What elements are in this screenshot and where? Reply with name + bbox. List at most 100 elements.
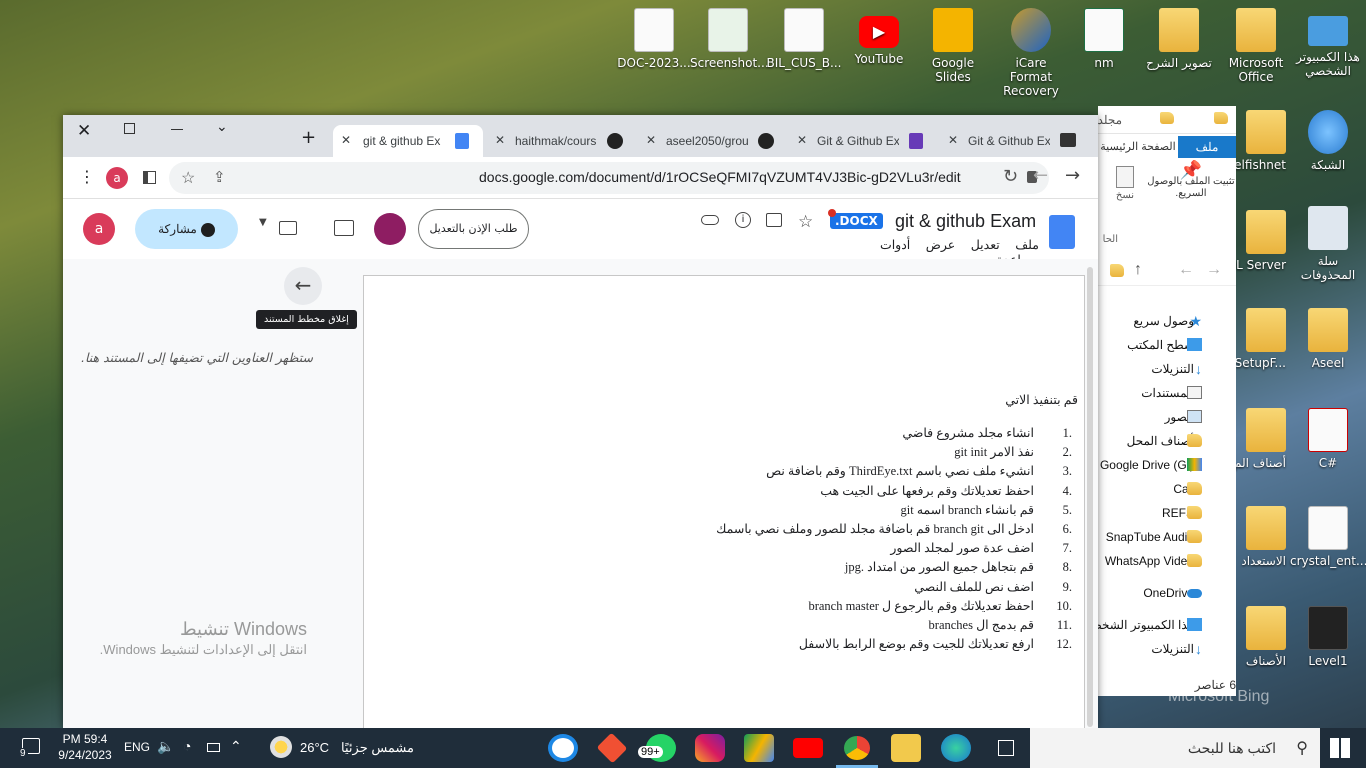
vertical-scrollbar[interactable] [1087,267,1093,727]
speaker-icon[interactable]: 🔈 [157,738,174,755]
desktop-icon-youtube[interactable]: ▶ YouTube [841,8,917,66]
copy-button[interactable]: نسخ [1108,166,1142,201]
nav-quick-access[interactable]: ★ وصول سريع [1098,310,1236,332]
desktop-icon-doc[interactable]: DOC-2023... [616,8,692,70]
nav-item-this-pc[interactable]: هذا الكمبيوتر الشخصي [1098,614,1236,636]
reload-icon[interactable]: ↻ [1003,166,1018,187]
nav-item-snaptube-audio[interactable]: SnapTube Audio [1098,526,1236,548]
nav-item-desktop[interactable]: سطح المكتب [1098,334,1236,356]
explorer-ribbon-tab-file[interactable]: ملف [1178,136,1236,158]
desktop-icon-office[interactable]: Microsoft Office [1218,8,1294,84]
nav-item-onedrive[interactable]: OneDrive [1098,582,1236,604]
document-title[interactable]: git & github Exam [895,211,1036,232]
desktop-icon-nm[interactable]: nm [1066,8,1142,70]
desktop-icon-csharp[interactable]: C# [1290,408,1366,470]
user-avatar-icon[interactable] [374,213,406,245]
nav-item-downloads-2[interactable]: ↓ التنزيلات [1098,638,1236,660]
battery-icon[interactable] [207,743,220,752]
tab-git-github-ex-forms[interactable]: ✕ Git & Github Ex [789,125,937,157]
tab-search-chevron-icon[interactable]: ⌄ [216,119,228,135]
bookmark-star-icon[interactable]: ☆ [181,168,195,188]
side-panel-icon[interactable] [143,171,156,184]
menu-kebab-icon[interactable]: ⋮ [79,167,95,186]
star-icon[interactable]: ☆ [798,212,813,232]
nav-item-downloads[interactable]: ↓ التنزيلات [1098,358,1236,380]
explorer-ribbon-tab-home[interactable]: الصفحة الرئيسية [1098,136,1178,158]
tab-haithmak[interactable]: ✕ haithmak/cours [487,125,635,157]
pin-quick-access-button[interactable]: 📌 تثبيت الملف بالوصول السريع. [1146,161,1236,230]
back-arrow-icon[interactable]: ← [1178,261,1194,279]
desktop-icon-recycle-bin[interactable]: سلة المحذوفات [1290,206,1366,282]
nav-item-documents[interactable]: المستندات [1098,382,1236,404]
app-icon[interactable] [548,734,578,762]
move-drive-icon[interactable] [766,213,782,227]
file-explorer-icon[interactable] [891,734,921,762]
maximize-icon[interactable] [124,123,135,134]
close-tab-icon[interactable]: ✕ [646,133,656,147]
chrome-icon[interactable] [842,734,872,762]
nav-item-folder-asnaf[interactable]: أصناف المحل [1098,430,1236,452]
profile-avatar[interactable]: a [106,167,128,189]
account-avatar[interactable]: a [83,213,115,245]
git-icon[interactable] [596,732,628,764]
desktop-icon-level1[interactable]: Level1 [1290,606,1366,668]
desktop-icon-aseel[interactable]: Aseel [1290,308,1366,370]
up-arrow-icon[interactable]: ↑ [1134,261,1142,279]
task-view-icon[interactable] [998,740,1014,756]
menu-tools[interactable]: أدوات [880,238,910,252]
minimize-icon[interactable] [171,129,183,130]
nav-item-call[interactable]: Call [1098,478,1236,500]
menu-file[interactable]: ملف [1015,238,1039,252]
desktop-icon-google-slides[interactable]: Google Slides [915,8,991,84]
tab-git-github-ex-classroom[interactable]: ✕ Git & Github Ex [940,125,1090,157]
new-tab-icon[interactable]: + [301,127,316,148]
edge-icon[interactable] [941,734,971,762]
google-docs-logo-icon[interactable] [1049,215,1075,249]
close-window-icon[interactable]: ✕ [77,121,91,141]
close-tab-icon[interactable]: ✕ [948,133,958,147]
weather-widget[interactable]: مشمس جزئيًا 26°C [268,728,418,768]
menu-view[interactable]: عرض [926,238,955,252]
windows-start-icon[interactable] [1330,738,1350,758]
info-icon[interactable]: i [735,212,751,228]
nav-item-whatsapp-video[interactable]: WhatsApp Video [1098,550,1236,572]
nav-item-refs[interactable]: REFS [1098,502,1236,524]
close-tab-icon[interactable]: ✕ [341,133,351,147]
cloud-status-icon[interactable] [701,215,719,225]
forward-arrow-icon[interactable]: → [1065,165,1080,186]
desktop-icon-network[interactable]: الشبكة [1290,110,1366,172]
desktop-icon-crystal[interactable]: crystal_ent... [1290,506,1366,568]
desktop-icon-tutorial[interactable]: تصوير الشرح [1141,8,1217,70]
tab-git-github-exam[interactable]: ✕ git & github Ex [333,125,483,157]
youtube-icon[interactable] [793,738,823,758]
document-page[interactable]: قم بتنفيذ الاتي 1. انشاء مجلد مشروع فاضي 2… [363,275,1085,735]
nav-item-pictures[interactable]: الصور [1098,406,1236,428]
clock[interactable]: PM 59:4 9/24/2023 [52,731,118,763]
instagram-icon[interactable] [695,734,725,762]
taskbar-search[interactable]: ⚲ اكتب هنا للبحث [1030,728,1320,768]
close-tab-icon[interactable]: ✕ [797,133,807,147]
meet-video-icon[interactable] [279,221,297,235]
share-page-icon[interactable]: ⇪ [213,168,226,186]
desktop-icon-bil[interactable]: BIL_CUS_B... [766,8,842,70]
tab-aseel2050[interactable]: ✕ aseel2050/grou [638,125,786,157]
chevron-up-icon[interactable]: ⌃ [230,738,242,755]
close-outline-button[interactable]: ← [284,267,322,305]
desktop-icon-screenshot[interactable]: Screenshot... [690,8,769,70]
wifi-icon[interactable]: ◔ [183,738,191,754]
request-edit-button[interactable]: طلب الإذن بالتعديل [418,209,529,249]
desktop-icon-icare[interactable]: iCare Format Recovery [993,8,1069,98]
menu-edit[interactable]: تعديل [971,238,1000,252]
forward-arrow-icon[interactable]: → [1206,261,1222,279]
nav-item-google-drive[interactable]: Google Drive (G:) [1098,454,1236,476]
google-drive-icon[interactable] [744,734,774,762]
language-indicator[interactable]: ENG [124,740,150,754]
close-tab-icon[interactable]: ✕ [495,133,505,147]
comments-icon[interactable] [334,220,354,236]
search-icon: ⚲ [1296,740,1308,757]
back-arrow-icon[interactable]: ← [1033,165,1048,186]
address-bar[interactable]: ☆ ⇪ docs.google.com/document/d/1rOCSeQFM… [169,162,1049,194]
meet-dropdown-icon[interactable]: ▼ [259,217,267,228]
share-button[interactable]: مشاركة [135,209,238,249]
desktop-icon-this-pc[interactable]: هذا الكمبيوتر الشخصي [1290,8,1366,78]
